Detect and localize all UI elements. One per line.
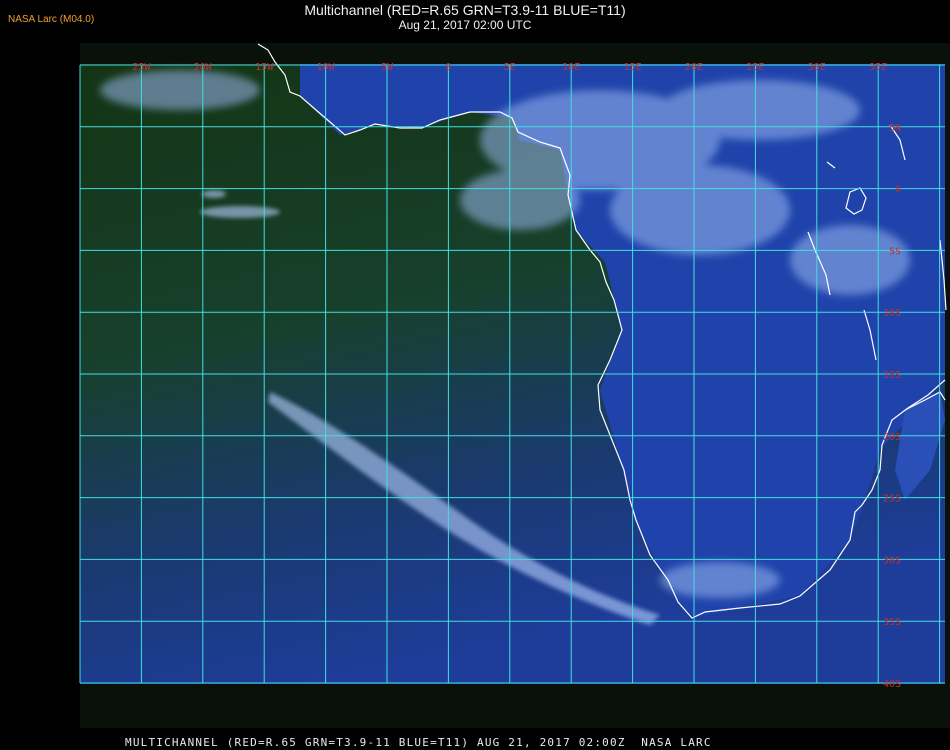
- latitude-label: 30S: [883, 555, 901, 566]
- latitude-label: 0: [895, 185, 901, 196]
- latitude-label: 40S: [883, 679, 901, 690]
- longitude-label: 25E: [746, 62, 764, 73]
- satellite-map: 25W 20W 15W 10W 5W 0 5E 10E 15E 20E 25E 30E 35E 5N 0 5…: [79, 43, 950, 728]
- longitude-label: 20E: [685, 62, 703, 73]
- longitude-label: 0: [445, 62, 451, 73]
- latitude-label: 5S: [889, 246, 901, 257]
- longitude-label: 5W: [381, 62, 394, 73]
- longitude-label: 20W: [194, 62, 213, 73]
- latitude-label: 5N: [889, 123, 901, 134]
- latitude-label: 25S: [883, 494, 901, 505]
- longitude-label: 10W: [317, 62, 336, 73]
- longitude-label: 35E: [869, 62, 887, 73]
- latitude-label: 10S: [883, 308, 901, 319]
- longitude-label: 5E: [504, 62, 516, 73]
- latitude-label: 20S: [883, 432, 901, 443]
- footer-caption: MULTICHANNEL (RED=R.65 GRN=T3.9-11 BLUE=…: [125, 736, 712, 749]
- longitude-label: 15E: [624, 62, 642, 73]
- longitude-label: 10E: [562, 62, 580, 73]
- longitude-label: 30E: [808, 62, 826, 73]
- latitude-label: 35S: [883, 617, 901, 628]
- latitude-label: 15S: [883, 370, 901, 381]
- longitude-label: 15W: [255, 62, 274, 73]
- longitude-label: 25W: [132, 62, 151, 73]
